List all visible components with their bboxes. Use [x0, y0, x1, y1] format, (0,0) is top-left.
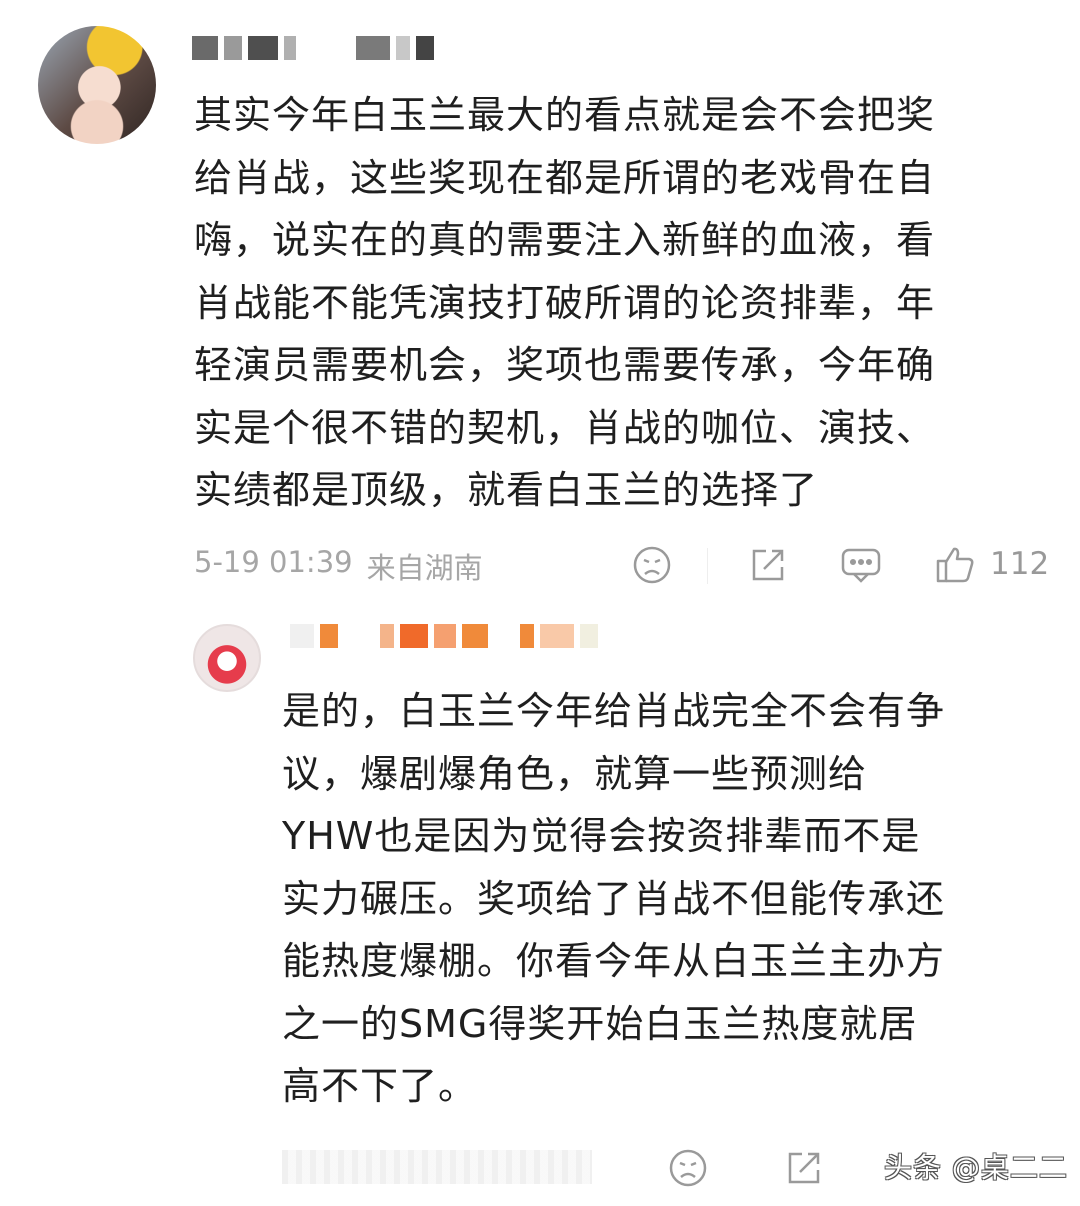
comment-meta: 5-19 01:39 来自湖南: [194, 545, 483, 587]
username-blurred[interactable]: [290, 624, 598, 648]
avatar[interactable]: [193, 624, 261, 692]
reply-text: 是的，白玉兰今年给肖战完全不会有争 议，爆剧爆角色，就算一些预测给 YHW也是因…: [282, 689, 946, 1108]
avatar[interactable]: [38, 26, 156, 144]
sad-face-icon[interactable]: [668, 1148, 708, 1188]
location: 来自湖南: [366, 551, 483, 585]
username-blurred[interactable]: [192, 36, 434, 60]
watermark: 头条 @桌二二: [884, 1151, 1068, 1184]
share-icon[interactable]: [748, 545, 788, 585]
thumbs-up-icon[interactable]: [935, 544, 975, 584]
divider: [707, 548, 708, 584]
comment-icon[interactable]: [840, 545, 882, 585]
sad-face-icon[interactable]: [632, 545, 672, 585]
reply-meta-blurred: [282, 1150, 592, 1184]
like-count: 112: [990, 546, 1050, 582]
share-icon[interactable]: [784, 1148, 824, 1188]
timestamp: 5-19 01:39: [194, 545, 353, 579]
comment-text: 其实今年白玉兰最大的看点就是会不会把奖 给肖战，这些奖现在都是所谓的老戏骨在自 …: [194, 93, 936, 512]
